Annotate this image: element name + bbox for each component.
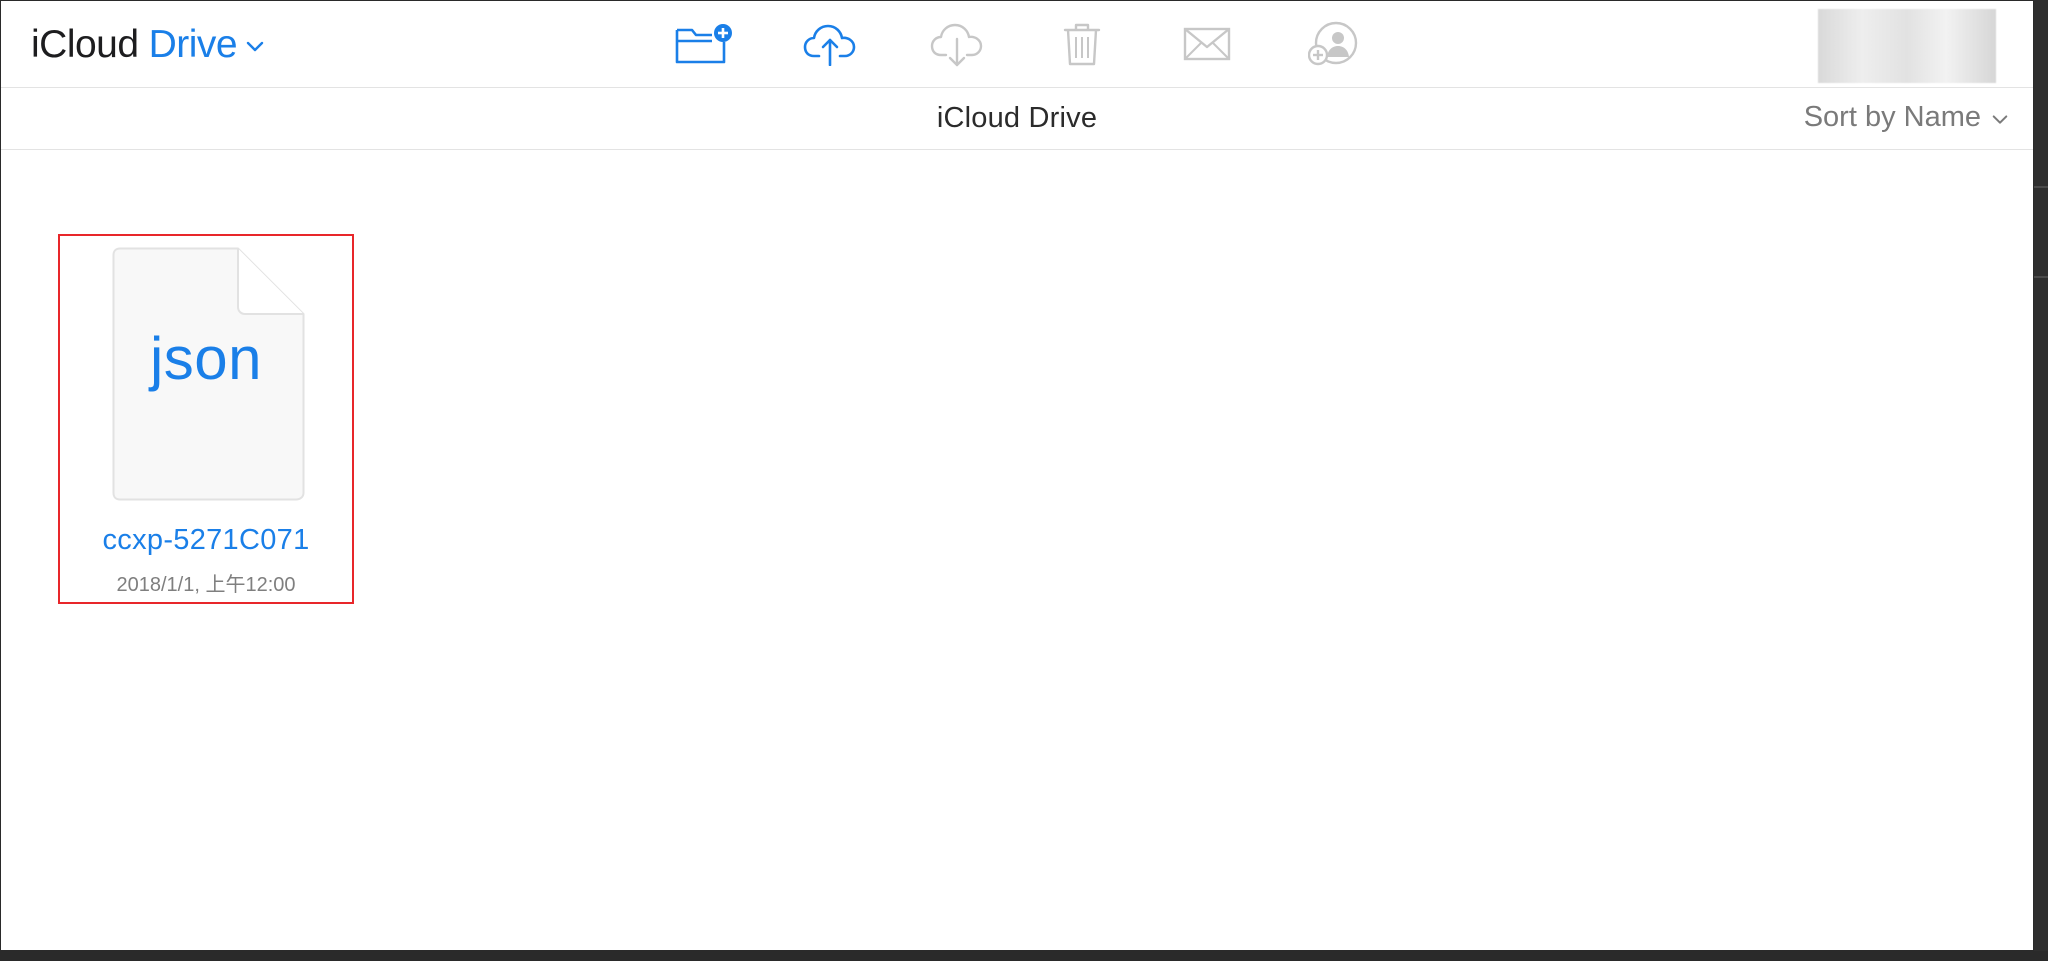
chevron-down-icon	[1992, 114, 2008, 124]
file-date: 2018/1/1, 上午12:00	[116, 574, 296, 596]
folder-header: iCloud Drive Sort by Name	[1, 88, 2033, 150]
delete-button[interactable]	[1050, 15, 1114, 73]
toolbar: iCloud Drive	[1, 1, 2033, 88]
cloud-download-icon	[930, 23, 983, 67]
account-avatar[interactable]	[1818, 9, 1996, 83]
bottom-edge	[0, 951, 2048, 961]
sort-label: Sort by Name	[1803, 101, 1981, 133]
download-button[interactable]	[925, 15, 989, 73]
envelope-icon	[1183, 27, 1231, 61]
share-button[interactable]	[1301, 15, 1365, 73]
app-title-icloud: iCloud	[31, 23, 139, 66]
upload-button[interactable]	[798, 15, 862, 73]
add-person-icon	[1308, 21, 1358, 66]
file-name: ccxp-5271C071	[102, 524, 310, 556]
email-button[interactable]	[1175, 15, 1239, 73]
edge-divider	[2034, 186, 2048, 188]
folder-title: iCloud Drive	[936, 102, 1098, 134]
icloud-drive-window: iCloud Drive iCloud Drive Sort by Name j…	[0, 0, 2034, 951]
chevron-down-icon	[246, 41, 264, 52]
folder-plus-icon	[675, 24, 732, 64]
file-item[interactable]: json ccxp-5271C071 2018/1/1, 上午12:00	[58, 234, 354, 604]
file-grid: json ccxp-5271C071 2018/1/1, 上午12:00	[1, 151, 2033, 950]
sort-dropdown[interactable]: Sort by Name	[1804, 101, 2009, 134]
app-title-drive: Drive	[148, 23, 238, 66]
window-edge	[2034, 0, 2048, 961]
new-folder-button[interactable]	[671, 15, 735, 73]
cloud-upload-icon	[803, 24, 856, 66]
app-switcher[interactable]: iCloud Drive	[31, 21, 265, 69]
file-extension-label: json	[149, 325, 263, 392]
edge-divider	[2034, 276, 2048, 278]
trash-icon	[1063, 23, 1101, 66]
